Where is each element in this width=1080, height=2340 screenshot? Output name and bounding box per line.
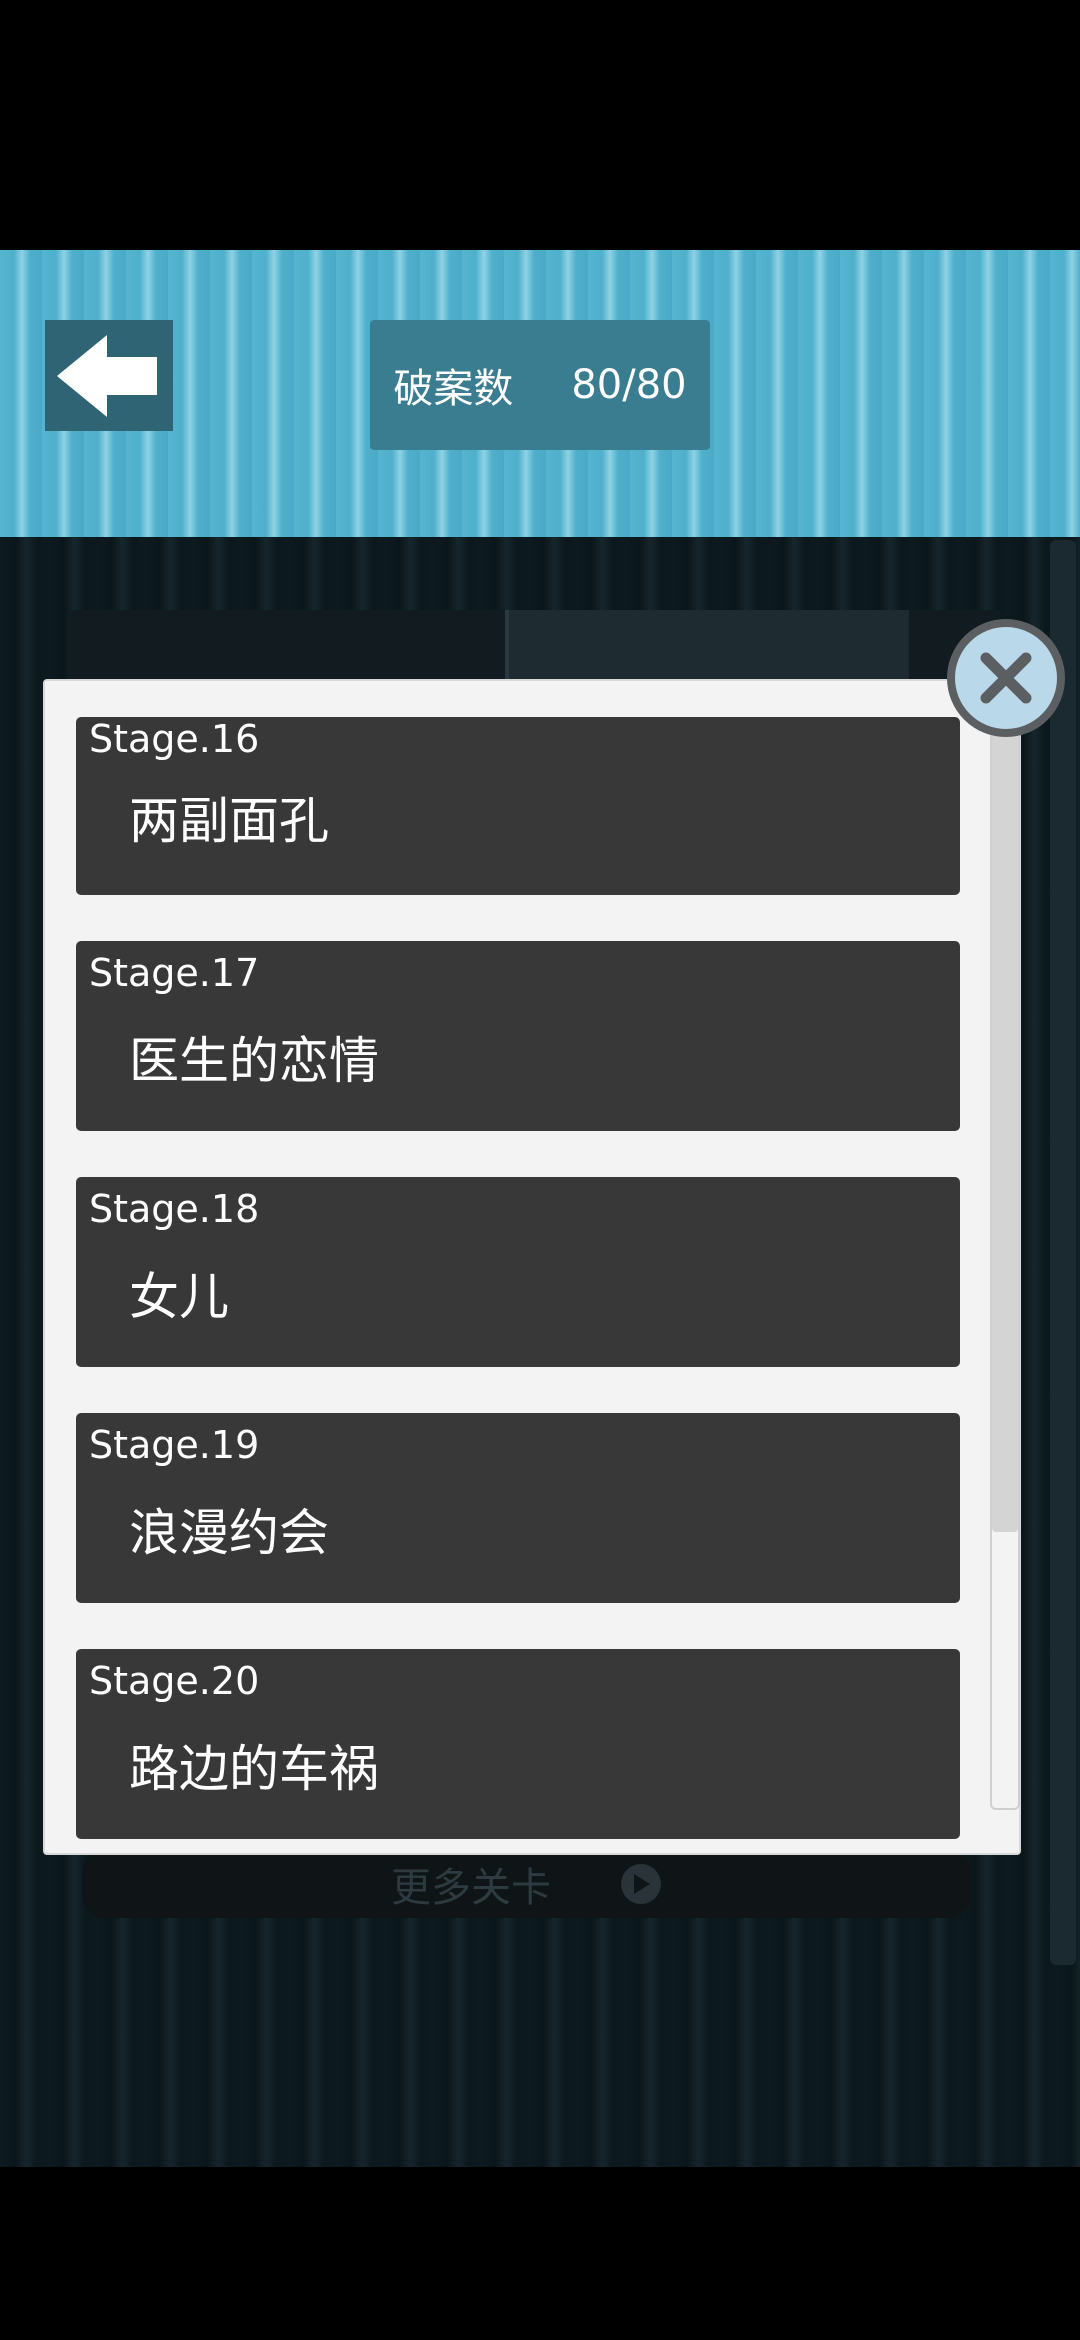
counter-value: 80/80 — [571, 362, 687, 408]
stage-title: 医生的恋情 — [129, 1032, 379, 1090]
more-stages-button[interactable]: 更多关卡 — [82, 1850, 970, 1918]
stage-number: Stage.16 — [89, 717, 260, 761]
close-x-icon — [980, 652, 1032, 704]
stage-title: 浪漫约会 — [129, 1504, 329, 1562]
solved-cases-counter: 破案数 80/80 — [370, 320, 710, 450]
stage-list[interactable]: Stage.16 两副面孔 Stage.17 医生的恋情 Stage.18 女儿… — [45, 681, 1019, 1853]
back-button[interactable] — [45, 320, 173, 431]
navigation-bar-area — [0, 2167, 1080, 2340]
status-bar-area — [0, 0, 1080, 250]
close-button[interactable] — [947, 619, 1065, 737]
stage-item-19[interactable]: Stage.19 浪漫约会 — [76, 1413, 960, 1603]
play-icon — [621, 1864, 661, 1904]
stage-item-17[interactable]: Stage.17 医生的恋情 — [76, 941, 960, 1131]
stage-list-dialog: Stage.16 两副面孔 Stage.17 医生的恋情 Stage.18 女儿… — [43, 679, 1021, 1855]
stage-number: Stage.17 — [89, 951, 260, 995]
background-scrollbar — [1050, 540, 1076, 1965]
counter-label: 破案数 — [393, 366, 514, 412]
stage-item-18[interactable]: Stage.18 女儿 — [76, 1177, 960, 1367]
stage-number: Stage.18 — [89, 1187, 260, 1231]
stage-number: Stage.19 — [89, 1423, 260, 1467]
stage-title: 女儿 — [129, 1268, 229, 1326]
stage-item-20[interactable]: Stage.20 路边的车祸 — [76, 1649, 960, 1839]
stage-title: 路边的车祸 — [129, 1740, 379, 1798]
stage-number: Stage.20 — [89, 1659, 260, 1703]
left-arrow-icon — [57, 334, 157, 417]
scrollbar-thumb[interactable] — [992, 702, 1018, 1532]
more-stages-label: 更多关卡 — [391, 1865, 551, 1911]
stage-item-16[interactable]: Stage.16 两副面孔 — [76, 717, 960, 895]
stage-title: 两副面孔 — [129, 792, 329, 850]
